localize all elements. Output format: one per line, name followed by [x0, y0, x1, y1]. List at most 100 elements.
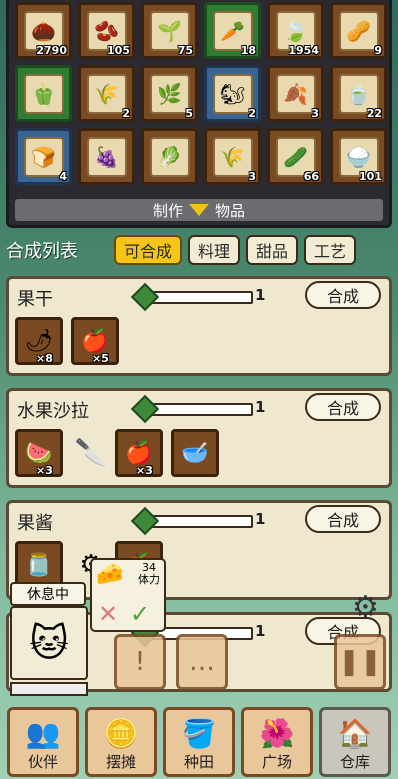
- item-icon: 🍂: [275, 73, 316, 114]
- ingredient-icon: 🥣: [181, 440, 209, 466]
- inventory-slot[interactable]: 🌾 3: [204, 128, 261, 185]
- nav-icon: 🪙: [103, 717, 139, 750]
- inventory-slot[interactable]: 🐿 2: [204, 65, 261, 122]
- nav-button-3[interactable]: 🌺 广场: [241, 707, 313, 777]
- inventory-slot[interactable]: 🥜 9: [330, 2, 387, 59]
- nav-button-4[interactable]: 🏠 仓库: [319, 707, 391, 777]
- bottom-nav: 👥 伙伴 🪙 摆摊 🪣 种田 🌺 广场 🏠 仓库: [0, 702, 398, 779]
- stamina-label: 体力: [138, 573, 160, 586]
- craft-button[interactable]: 合成: [305, 393, 381, 421]
- tab-craft[interactable]: 工艺: [304, 235, 357, 265]
- nav-label: 摆摊: [105, 753, 136, 771]
- gear-icon[interactable]: ⚙: [352, 590, 379, 625]
- inventory-slot[interactable]: 🌾 2: [78, 65, 135, 122]
- ingredient-slot[interactable]: 🍉 ×3: [15, 429, 63, 477]
- item-count: 3: [248, 170, 256, 183]
- inventory-slot[interactable]: 🍞 4: [15, 128, 72, 185]
- inventory-slot[interactable]: 🍵 22: [330, 65, 387, 122]
- nav-button-0[interactable]: 👥 伙伴: [7, 707, 79, 777]
- item-count: 2790: [36, 44, 67, 57]
- inventory-slot[interactable]: 🌱 75: [141, 2, 198, 59]
- item-count: 22: [366, 107, 382, 120]
- ingredient-slot[interactable]: 🌶 ×8: [15, 317, 63, 365]
- alert-button[interactable]: !: [114, 634, 166, 690]
- recipe-progress: [130, 282, 265, 312]
- nav-button-1[interactable]: 🪙 摆摊: [85, 707, 157, 777]
- item-icon: 🥜: [338, 10, 379, 51]
- item-count: 66: [303, 170, 319, 183]
- tab-dessert[interactable]: 甜品: [246, 235, 299, 265]
- diamond-icon: [130, 282, 160, 312]
- craft-list-title: 合成列表: [6, 241, 78, 262]
- reject-icon[interactable]: ✕: [98, 600, 118, 628]
- nav-icon: 🪣: [181, 717, 217, 750]
- tab-cooking[interactable]: 料理: [188, 235, 241, 265]
- ingredient-slot[interactable]: 🍎 ×5: [71, 317, 119, 365]
- item-count: 105: [107, 44, 130, 57]
- nav-label: 广场: [261, 753, 292, 771]
- inventory-slot[interactable]: 🌰 2790: [15, 2, 72, 59]
- ingredient-slot[interactable]: 🔪: [71, 429, 111, 477]
- item-count: 3: [311, 107, 319, 120]
- inventory-slot[interactable]: 🫑: [15, 65, 72, 122]
- item-icon: 🌾: [212, 136, 253, 177]
- food-request-icon: 🧀: [96, 562, 124, 587]
- inventory-grid: 🌰 2790 🫘 105 🌱 75 🥕 18 🍃 1954 🥜 9 🫑 🌾 2 🌿 5 🐿 2 🍂 3 🍵 22 🍞 4 🍇 🥬 🌾 3…: [15, 2, 387, 185]
- nav-label: 伙伴: [27, 753, 58, 771]
- tab-craft-label: 制作: [152, 201, 183, 220]
- ingredient-icon: 🫙: [25, 552, 53, 578]
- item-count: 1954: [288, 44, 319, 57]
- recipe-progress: [130, 394, 265, 424]
- recipe-count: 1: [255, 398, 266, 416]
- inventory-slot[interactable]: 🌿 5: [141, 65, 198, 122]
- accept-icon[interactable]: ✓: [130, 600, 150, 628]
- item-count: 4: [59, 170, 67, 183]
- recipe-progress: [130, 506, 265, 536]
- ingredient-icon: 🔪: [74, 438, 108, 468]
- ingredient-icon: 🌶: [25, 328, 53, 354]
- inventory-slot[interactable]: 🫘 105: [78, 2, 135, 59]
- item-count: 5: [185, 107, 193, 120]
- recipe-count: 1: [255, 622, 266, 640]
- inventory-slot[interactable]: 🍇: [78, 128, 135, 185]
- diamond-icon: [130, 394, 160, 424]
- nav-button-2[interactable]: 🪣 种田: [163, 707, 235, 777]
- nav-label: 种田: [183, 753, 214, 771]
- stamina-reward: 34 体力: [138, 562, 160, 586]
- item-count: 2: [248, 107, 256, 120]
- npc-portrait[interactable]: 🐱: [10, 606, 88, 680]
- tab-craftable[interactable]: 可合成: [114, 235, 183, 265]
- inventory-slot[interactable]: 🍃 1954: [267, 2, 324, 59]
- inventory-slot[interactable]: 🥬: [141, 128, 198, 185]
- recipe-name: 水果沙拉: [17, 401, 89, 422]
- chat-icon: …: [189, 647, 215, 677]
- progress-bar: [149, 291, 253, 304]
- nav-icon: 🌺: [259, 717, 295, 750]
- inventory-slot[interactable]: 🥕 18: [204, 2, 261, 59]
- item-count: 18: [240, 44, 256, 57]
- inventory-tab-bar[interactable]: 制作 物品: [15, 199, 383, 221]
- pause-icon: ❚❚: [338, 647, 382, 677]
- craft-button[interactable]: 合成: [305, 281, 381, 309]
- nav-icon: 🏠: [337, 717, 373, 750]
- ingredient-count: ×5: [92, 352, 109, 365]
- category-row: 合成列表 可合成 料理 甜品 工艺: [6, 232, 392, 268]
- ingredient-count: ×8: [36, 352, 53, 365]
- recipe-name: 果酱: [17, 513, 53, 534]
- tab-items-label: 物品: [215, 201, 246, 220]
- pause-button[interactable]: ❚❚: [334, 634, 386, 690]
- ingredient-count: ×3: [36, 464, 53, 477]
- npc-stamina-bar: [10, 682, 88, 696]
- ingredient-slot[interactable]: 🥣: [171, 429, 219, 477]
- inventory-slot[interactable]: 🍂 3: [267, 65, 324, 122]
- ingredient-slot[interactable]: 🍎×3: [115, 429, 163, 477]
- item-count: 9: [374, 44, 382, 57]
- item-count: 101: [359, 170, 382, 183]
- item-icon: 🍇: [86, 136, 127, 177]
- inventory-slot[interactable]: 🥒 66: [267, 128, 324, 185]
- inventory-slot[interactable]: 🍚 101: [330, 128, 387, 185]
- craft-button[interactable]: 合成: [305, 505, 381, 533]
- ingredient-list: 🍉 ×3 🔪 🍎 ×3 🥣: [15, 429, 227, 477]
- chat-button[interactable]: …: [176, 634, 228, 690]
- item-icon: 🥬: [149, 136, 190, 177]
